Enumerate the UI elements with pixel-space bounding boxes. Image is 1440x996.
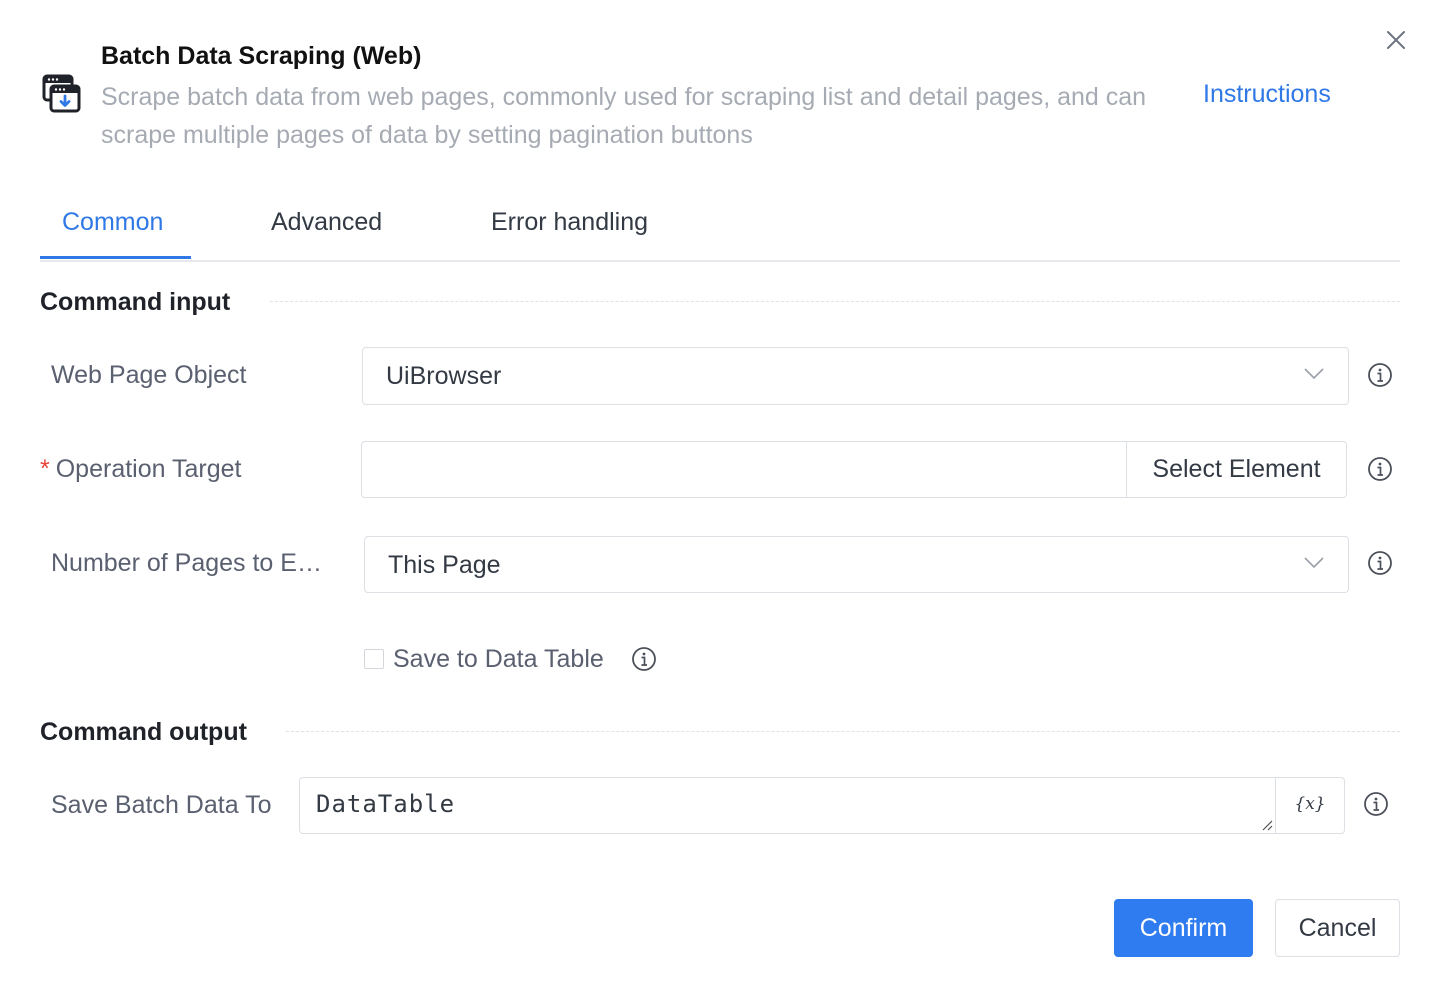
operation-target-label: * Operation Target: [40, 455, 242, 483]
close-icon[interactable]: [1380, 24, 1412, 56]
web-page-object-value: UiBrowser: [386, 362, 502, 390]
active-tab-indicator: [40, 256, 191, 259]
dialog-title: Batch Data Scraping (Web): [101, 42, 422, 70]
dialog-description: Scrape batch data from web pages, common…: [101, 83, 1147, 149]
tab-common[interactable]: Common: [62, 208, 163, 237]
save-batch-data-value: DataTable: [316, 790, 456, 818]
save-batch-data-input[interactable]: DataTable: [299, 777, 1276, 834]
info-icon[interactable]: [631, 646, 657, 672]
web-page-object-label: Web Page Object: [51, 361, 247, 389]
browser-download-icon: [42, 74, 81, 113]
command-output-heading: Command output: [40, 718, 247, 746]
variable-picker-button[interactable]: {x}: [1276, 777, 1345, 834]
instructions-link[interactable]: Instructions: [1203, 80, 1331, 109]
confirm-button[interactable]: Confirm: [1114, 899, 1253, 957]
required-mark: *: [40, 455, 50, 483]
section-divider: [270, 301, 1400, 302]
command-input-heading: Command input: [40, 288, 231, 316]
chevron-down-icon: [1304, 368, 1324, 380]
tab-error-handling[interactable]: Error handling: [491, 208, 648, 237]
tab-advanced[interactable]: Advanced: [271, 208, 382, 237]
web-page-object-select[interactable]: UiBrowser: [362, 347, 1349, 405]
pages-to-extract-select[interactable]: This Page: [364, 536, 1349, 593]
pages-to-extract-label: Number of Pages to E…: [51, 549, 322, 577]
info-icon[interactable]: [1363, 791, 1389, 817]
save-batch-data-label: Save Batch Data To: [51, 791, 272, 819]
tab-bar: Common Advanced Error handling: [40, 196, 1400, 262]
cancel-button[interactable]: Cancel: [1275, 899, 1400, 957]
info-icon[interactable]: [1367, 456, 1393, 482]
info-icon[interactable]: [1367, 550, 1393, 576]
operation-target-input[interactable]: [361, 441, 1127, 498]
save-to-data-table-checkbox[interactable]: [364, 649, 384, 669]
save-to-data-table-label: Save to Data Table: [393, 645, 604, 673]
resize-handle-icon[interactable]: [1259, 817, 1273, 831]
section-divider: [286, 731, 1400, 732]
select-element-button[interactable]: Select Element: [1127, 441, 1347, 498]
info-icon[interactable]: [1367, 362, 1393, 388]
pages-to-extract-value: This Page: [388, 551, 501, 579]
chevron-down-icon: [1304, 557, 1324, 569]
